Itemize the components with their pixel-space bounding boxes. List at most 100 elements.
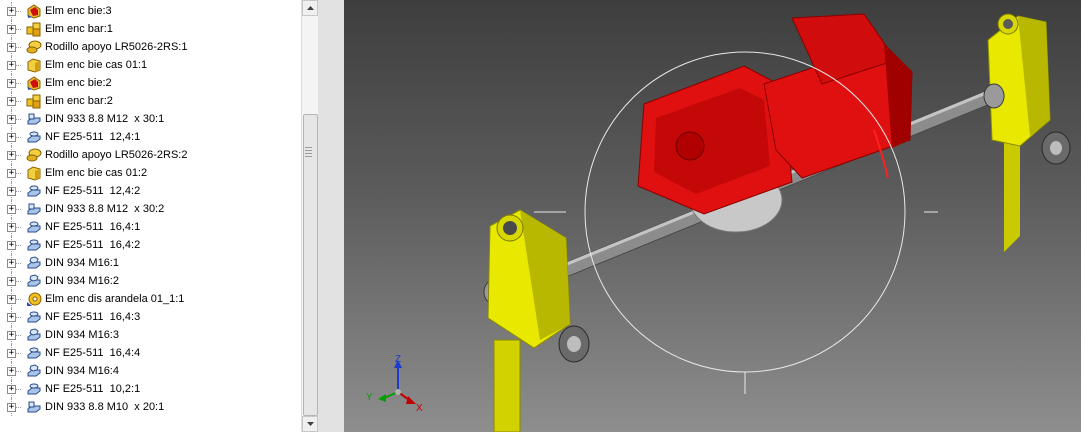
model-canvas[interactable]: Z X Y bbox=[344, 0, 1081, 432]
expand-icon[interactable]: + bbox=[7, 331, 16, 340]
assembly-icon bbox=[26, 93, 42, 109]
bolt-icon bbox=[26, 201, 42, 217]
browser-item[interactable]: + DIN 934 M16:3 bbox=[0, 326, 300, 344]
expand-icon[interactable]: + bbox=[7, 205, 16, 214]
expand-icon[interactable]: + bbox=[7, 169, 16, 178]
expand-icon[interactable]: + bbox=[7, 223, 16, 232]
browser-scrollbar[interactable] bbox=[301, 0, 318, 432]
panel-divider[interactable] bbox=[318, 0, 344, 432]
browser-item[interactable]: + NF E25-511 10,2:1 bbox=[0, 380, 300, 398]
left-bolt-hole bbox=[503, 221, 517, 235]
browser-item-label: Elm enc bie cas 01:1 bbox=[45, 59, 148, 71]
gear-motor[interactable] bbox=[637, 13, 913, 233]
browser-item[interactable]: + DIN 934 M16:1 bbox=[0, 254, 300, 272]
expand-icon[interactable]: + bbox=[7, 295, 16, 304]
part-yellow-icon bbox=[26, 165, 42, 181]
expand-icon[interactable]: + bbox=[7, 133, 16, 142]
scroll-thumb[interactable] bbox=[303, 114, 318, 416]
browser-item-label: NF E25-511 16,4:2 bbox=[45, 239, 141, 251]
browser-item-label: NF E25-511 12,4:1 bbox=[45, 131, 141, 143]
browser-item-label: NF E25-511 10,2:1 bbox=[45, 383, 141, 395]
browser-item-label: NF E25-511 16,4:4 bbox=[45, 347, 141, 359]
expand-icon[interactable]: + bbox=[7, 115, 16, 124]
expand-icon[interactable]: + bbox=[7, 79, 16, 88]
browser-item[interactable]: + DIN 934 M16:4 bbox=[0, 362, 300, 380]
scroll-thumb-grip bbox=[305, 147, 312, 159]
browser-item[interactable]: + DIN 933 8.8 M12 x 30:2 bbox=[0, 200, 300, 218]
browser-item[interactable]: + Elm enc bar:1 bbox=[0, 20, 300, 38]
washer-icon bbox=[26, 309, 42, 325]
left-support-leg bbox=[493, 339, 521, 432]
x-axis-label: X bbox=[416, 403, 423, 414]
expand-icon[interactable]: + bbox=[7, 385, 16, 394]
washer-icon bbox=[26, 381, 42, 397]
browser-item[interactable]: + Elm enc bie cas 01:1 bbox=[0, 56, 300, 74]
expand-icon[interactable]: + bbox=[7, 241, 16, 250]
browser-item-label: Elm enc bie:2 bbox=[45, 77, 112, 89]
browser-item[interactable]: + DIN 933 8.8 M12 x 30:1 bbox=[0, 110, 300, 128]
washer-icon bbox=[26, 237, 42, 253]
scroll-up-button[interactable] bbox=[302, 0, 318, 16]
browser-item[interactable]: + Elm enc dis arandela 01_1:1 bbox=[0, 290, 300, 308]
model-browser-panel: + Elm enc bie:3 + Elm enc bar:1 + Rodillo apo… bbox=[0, 0, 319, 432]
washer-icon bbox=[26, 219, 42, 235]
expand-icon[interactable]: + bbox=[7, 7, 16, 16]
browser-item[interactable]: + Elm enc bie:3 bbox=[0, 2, 300, 20]
washer-icon bbox=[26, 345, 42, 361]
expand-icon[interactable]: + bbox=[7, 367, 16, 376]
browser-item-label: Rodillo apoyo LR5026-2RS:1 bbox=[45, 41, 188, 53]
browser-item-label: DIN 934 M16:4 bbox=[45, 365, 119, 377]
nut-icon bbox=[26, 363, 42, 379]
right-shaft-nut bbox=[983, 83, 1005, 109]
arrow-up-icon bbox=[307, 6, 314, 10]
browser-item[interactable]: + Rodillo apoyo LR5026-2RS:2 bbox=[0, 146, 300, 164]
expand-icon[interactable]: + bbox=[7, 97, 16, 106]
expand-icon[interactable]: + bbox=[7, 187, 16, 196]
expand-icon[interactable]: + bbox=[7, 61, 16, 70]
bolt-icon bbox=[26, 111, 42, 127]
expand-icon[interactable]: + bbox=[7, 277, 16, 286]
browser-item[interactable]: + Elm enc bar:2 bbox=[0, 92, 300, 110]
browser-item-label: DIN 933 8.8 M12 x 30:1 bbox=[45, 113, 165, 125]
graphics-viewport[interactable]: Z X Y bbox=[344, 0, 1081, 432]
bolt-icon bbox=[26, 399, 42, 415]
right-bolt-hole bbox=[1003, 19, 1013, 29]
browser-item-label: DIN 934 M16:2 bbox=[45, 275, 119, 287]
scroll-down-button[interactable] bbox=[302, 416, 318, 432]
browser-item-label: Elm enc bar:1 bbox=[45, 23, 113, 35]
browser-item-label: NF E25-511 16,4:3 bbox=[45, 311, 141, 323]
gearbox-boss bbox=[675, 131, 705, 161]
washer-icon bbox=[26, 129, 42, 145]
browser-item-label: NF E25-511 16,4:1 bbox=[45, 221, 141, 233]
expand-icon[interactable]: + bbox=[7, 349, 16, 358]
browser-item[interactable]: + NF E25-511 12,4:1 bbox=[0, 128, 300, 146]
browser-item-label: DIN 934 M16:3 bbox=[45, 329, 119, 341]
expand-icon[interactable]: + bbox=[7, 403, 16, 412]
assembly-icon bbox=[26, 21, 42, 37]
browser-item[interactable]: + NF E25-511 16,4:4 bbox=[0, 344, 300, 362]
left-roller-hub bbox=[567, 336, 581, 352]
browser-item[interactable]: + NF E25-511 12,4:2 bbox=[0, 182, 300, 200]
expand-icon[interactable]: + bbox=[7, 43, 16, 52]
roller-icon bbox=[26, 147, 42, 163]
browser-item-label: Elm enc bie cas 01:2 bbox=[45, 167, 148, 179]
browser-item[interactable]: + NF E25-511 16,4:2 bbox=[0, 236, 300, 254]
browser-item[interactable]: + Elm enc bie cas 01:2 bbox=[0, 164, 300, 182]
expand-icon[interactable]: + bbox=[7, 25, 16, 34]
nut-icon bbox=[26, 327, 42, 343]
expand-icon[interactable]: + bbox=[7, 151, 16, 160]
browser-item[interactable]: + NF E25-511 16,4:1 bbox=[0, 218, 300, 236]
browser-item-label: Rodillo apoyo LR5026-2RS:2 bbox=[45, 149, 188, 161]
left-support-bracket[interactable] bbox=[487, 209, 590, 432]
part-red-icon bbox=[26, 75, 42, 91]
browser-item[interactable]: + Rodillo apoyo LR5026-2RS:1 bbox=[0, 38, 300, 56]
expand-icon[interactable]: + bbox=[7, 313, 16, 322]
browser-item-label: Elm enc dis arandela 01_1:1 bbox=[45, 293, 185, 305]
browser-item[interactable]: + Elm enc bie:2 bbox=[0, 74, 300, 92]
browser-item-label: NF E25-511 12,4:2 bbox=[45, 185, 141, 197]
browser-item[interactable]: + DIN 933 8.8 M10 x 20:1 bbox=[0, 398, 300, 416]
browser-item[interactable]: + NF E25-511 16,4:3 bbox=[0, 308, 300, 326]
expand-icon[interactable]: + bbox=[7, 259, 16, 268]
right-support-bracket[interactable] bbox=[987, 13, 1071, 252]
browser-item[interactable]: + DIN 934 M16:2 bbox=[0, 272, 300, 290]
